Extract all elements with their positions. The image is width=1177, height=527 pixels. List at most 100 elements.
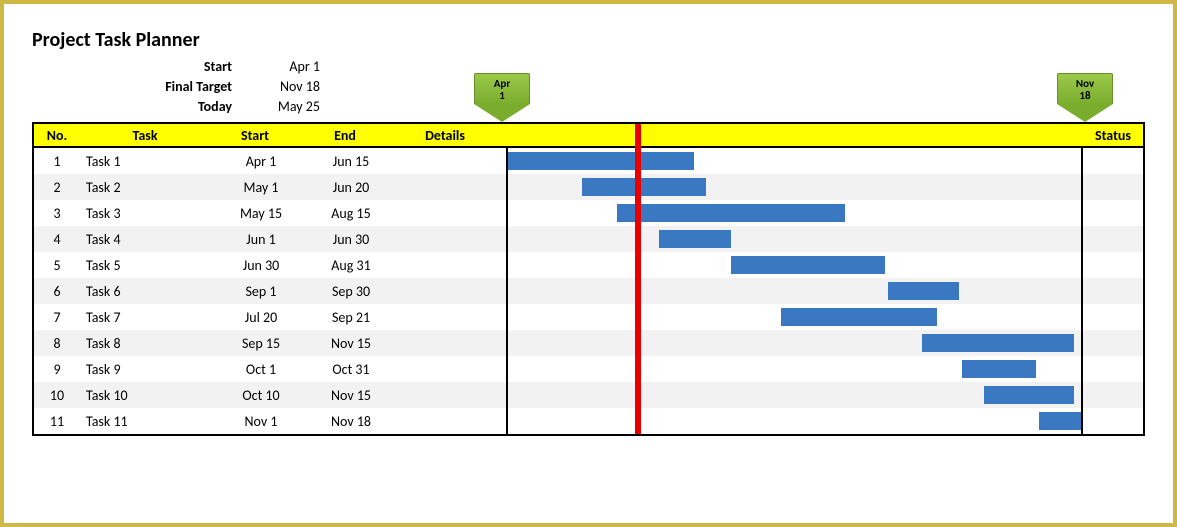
cell-timeline (506, 252, 1083, 278)
cell-start: Nov 1 (216, 413, 306, 430)
col-header-start: Start (210, 127, 300, 144)
end-date-arrow-icon: Nov18 (1057, 73, 1113, 122)
table-row[interactable]: 5Task 5Jun 30Aug 31 (34, 252, 1143, 278)
cell-task: Task 2 (80, 179, 216, 196)
gantt-bar (731, 256, 885, 274)
cell-end: Sep 21 (306, 309, 396, 326)
start-date-arrow-icon: Apr1 (474, 73, 530, 122)
cell-task: Task 3 (80, 205, 216, 222)
col-header-no: No. (34, 127, 80, 144)
page-title: Project Task Planner (32, 28, 1145, 52)
col-header-details: Details (390, 127, 500, 144)
cell-start: Jun 30 (216, 257, 306, 274)
gantt-bar (888, 282, 960, 300)
col-header-end: End (300, 127, 390, 144)
cell-timeline (506, 408, 1083, 434)
cell-task: Task 10 (80, 387, 216, 404)
cell-timeline (506, 174, 1083, 200)
cell-start: May 1 (216, 179, 306, 196)
gantt-bar (659, 230, 731, 248)
cell-task: Task 9 (80, 361, 216, 378)
cell-task: Task 7 (80, 309, 216, 326)
cell-start: Apr 1 (216, 153, 306, 170)
gantt-bar (781, 308, 937, 326)
cell-start: Sep 1 (216, 283, 306, 300)
gantt-bar (922, 334, 1073, 352)
table-header-row: No. Task Start End Details Apr1 Nov18 St… (34, 124, 1143, 148)
cell-start: Oct 10 (216, 387, 306, 404)
cell-no: 9 (34, 361, 80, 378)
start-date-arrow-label: Apr1 (474, 73, 530, 104)
meta-final-target-value: Nov 18 (250, 78, 320, 95)
col-header-status: Status (1083, 127, 1143, 144)
cell-no: 3 (34, 205, 80, 222)
meta-today-label: Today (92, 98, 250, 115)
cell-timeline (506, 148, 1083, 174)
meta-start-value: Apr 1 (250, 58, 320, 75)
table-row[interactable]: 10Task 10Oct 10Nov 15 (34, 382, 1143, 408)
table-row[interactable]: 1Task 1Apr 1Jun 15 (34, 148, 1143, 174)
cell-no: 4 (34, 231, 80, 248)
cell-end: Nov 18 (306, 413, 396, 430)
gantt-planner: No. Task Start End Details Apr1 Nov18 St… (32, 122, 1145, 436)
cell-no: 6 (34, 283, 80, 300)
cell-timeline (506, 278, 1083, 304)
cell-end: Jun 30 (306, 231, 396, 248)
project-meta: Start Apr 1 Final Target Nov 18 Today Ma… (92, 56, 1145, 116)
cell-timeline (506, 200, 1083, 226)
gantt-bar (1039, 412, 1081, 430)
gantt-bar (962, 360, 1036, 378)
cell-task: Task 1 (80, 153, 216, 170)
cell-no: 1 (34, 153, 80, 170)
table-row[interactable]: 7Task 7Jul 20Sep 21 (34, 304, 1143, 330)
end-date-arrow-label: Nov18 (1057, 73, 1113, 104)
cell-timeline (506, 304, 1083, 330)
gantt-bar (508, 152, 694, 170)
cell-timeline (506, 226, 1083, 252)
meta-today-value: May 25 (250, 98, 320, 115)
gantt-bar (582, 178, 706, 196)
app-frame: Project Task Planner Start Apr 1 Final T… (0, 0, 1177, 527)
cell-start: May 15 (216, 205, 306, 222)
cell-end: Nov 15 (306, 387, 396, 404)
cell-end: Aug 31 (306, 257, 396, 274)
table-row[interactable]: 8Task 8Sep 15Nov 15 (34, 330, 1143, 356)
cell-timeline (506, 356, 1083, 382)
table-row[interactable]: 9Task 9Oct 1Oct 31 (34, 356, 1143, 382)
meta-row-start: Start Apr 1 (92, 56, 1145, 76)
table-row[interactable]: 6Task 6Sep 1Sep 30 (34, 278, 1143, 304)
table-row[interactable]: 4Task 4Jun 1Jun 30 (34, 226, 1143, 252)
meta-final-target-label: Final Target (92, 78, 250, 95)
gantt-bar (984, 386, 1073, 404)
cell-end: Jun 15 (306, 153, 396, 170)
cell-no: 5 (34, 257, 80, 274)
cell-end: Aug 15 (306, 205, 396, 222)
col-header-task: Task (80, 127, 210, 144)
cell-start: Sep 15 (216, 335, 306, 352)
cell-end: Jun 20 (306, 179, 396, 196)
table-row[interactable]: 3Task 3May 15Aug 15 (34, 200, 1143, 226)
cell-no: 8 (34, 335, 80, 352)
cell-task: Task 5 (80, 257, 216, 274)
cell-task: Task 8 (80, 335, 216, 352)
cell-end: Oct 31 (306, 361, 396, 378)
meta-start-label: Start (92, 58, 250, 75)
table-body: 1Task 1Apr 1Jun 152Task 2May 1Jun 203Tas… (34, 148, 1143, 434)
cell-no: 2 (34, 179, 80, 196)
cell-end: Sep 30 (306, 283, 396, 300)
arrow-down-icon (1057, 104, 1113, 122)
cell-timeline (506, 330, 1083, 356)
cell-no: 7 (34, 309, 80, 326)
cell-start: Oct 1 (216, 361, 306, 378)
cell-start: Jul 20 (216, 309, 306, 326)
meta-row-today: Today May 25 (92, 96, 1145, 116)
cell-start: Jun 1 (216, 231, 306, 248)
meta-row-final-target: Final Target Nov 18 (92, 76, 1145, 96)
table-row[interactable]: 11Task 11Nov 1Nov 18 (34, 408, 1143, 434)
cell-end: Nov 15 (306, 335, 396, 352)
cell-no: 11 (34, 413, 80, 430)
cell-task: Task 11 (80, 413, 216, 430)
cell-timeline (506, 382, 1083, 408)
table-row[interactable]: 2Task 2May 1Jun 20 (34, 174, 1143, 200)
cell-no: 10 (34, 387, 80, 404)
